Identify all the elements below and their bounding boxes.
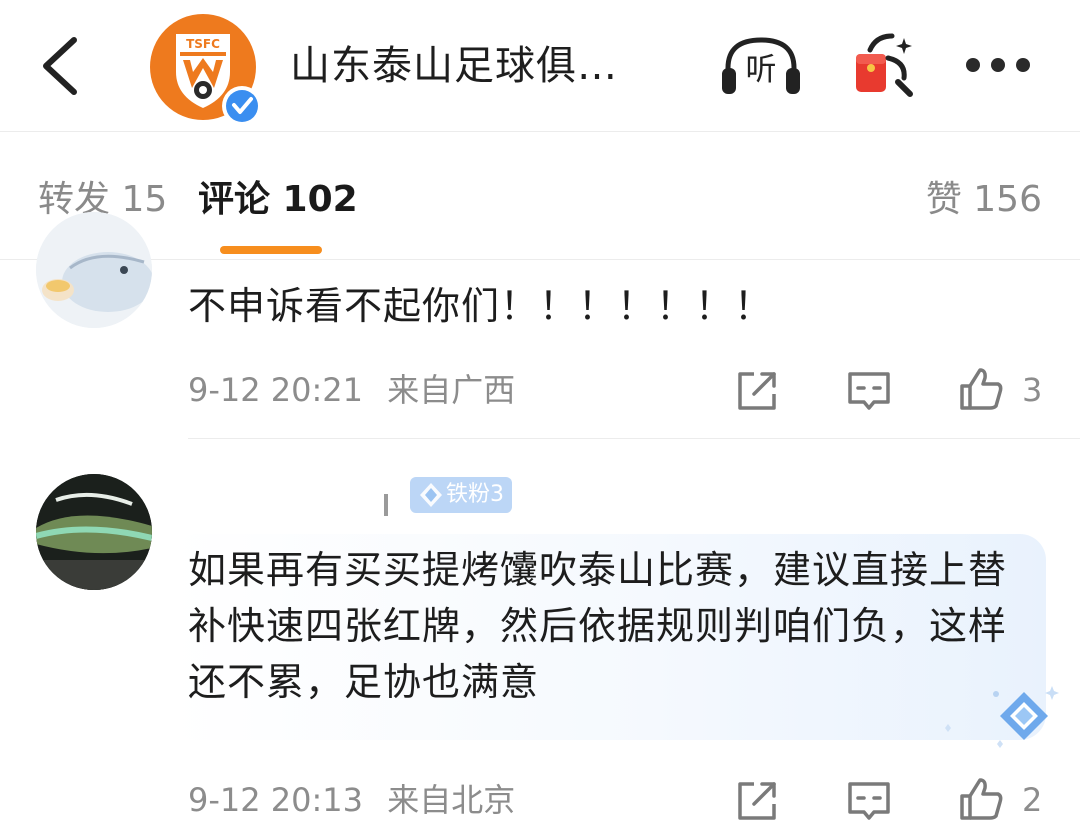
comment-meta: 9-12 20:13 来自北京 [188, 780, 515, 820]
comment-time: 9-12 20:21 [188, 371, 364, 409]
commenter-avatar[interactable] [36, 474, 152, 590]
shark-avatar-image [36, 212, 152, 328]
account-avatar[interactable]: TSFC [150, 14, 262, 126]
thumbs-up-icon [960, 778, 1003, 820]
comment-divider [188, 438, 1080, 439]
listen-label: 听 [745, 52, 777, 88]
commenter-avatar[interactable] [36, 212, 152, 328]
back-arrow-icon [43, 37, 77, 95]
sneaker-avatar-image [36, 474, 152, 590]
reply-comment-button[interactable] [844, 366, 894, 416]
repost-icon [738, 782, 776, 820]
comment-meta: 9-12 20:21 来自广西 [188, 370, 515, 410]
club-logo-text: TSFC [186, 37, 220, 51]
more-dots-icon [966, 58, 980, 72]
detail-tabs: 转发 15 评论 102 赞 156 [0, 132, 1080, 260]
account-name[interactable]: 山东泰山足球俱… [290, 40, 670, 92]
thumbs-up-icon [960, 368, 1003, 410]
verified-badge [222, 86, 262, 126]
bubble-diamond-decoration-icon [945, 686, 1059, 748]
tab-likes[interactable]: 赞 156 [926, 178, 1042, 222]
comment-time: 9-12 20:13 [188, 781, 364, 819]
comment-icon [848, 782, 890, 820]
like-count: 2 [1022, 781, 1043, 819]
repost-comment-button[interactable] [732, 366, 782, 416]
diamond-icon [420, 483, 442, 507]
comment-icon [848, 372, 890, 410]
reply-comment-button[interactable] [844, 776, 894, 826]
red-packet-search-icon [856, 33, 913, 97]
more-button[interactable] [962, 52, 1034, 80]
listen-button[interactable]: 听 [718, 34, 804, 98]
fan-badge-label: 铁粉3 [446, 482, 504, 507]
comment-text: 如果再有买买提烤馕吹泰山比赛，建议直接上替补快速四张红牌，然后依据规则判咱们负，… [188, 548, 1008, 704]
repost-comment-button[interactable] [732, 776, 782, 826]
username-redacted [384, 494, 388, 516]
more-dots-icon [1016, 58, 1030, 72]
repost-icon [738, 372, 776, 410]
like-count: 3 [1022, 371, 1043, 409]
active-tab-indicator [220, 246, 322, 254]
like-comment-button[interactable] [956, 364, 1006, 414]
comment-text: 不申诉看不起你们！！！！！！！ [188, 284, 774, 328]
like-comment-button[interactable] [956, 774, 1006, 824]
verified-check-icon [226, 90, 258, 122]
back-button[interactable] [36, 34, 86, 98]
top-navigation-bar: TSFC 山东泰山足球俱… 听 [0, 0, 1080, 132]
more-dots-icon [991, 58, 1005, 72]
comment-location: 来自广西 [387, 371, 516, 409]
red-packet-search-button[interactable] [848, 28, 920, 100]
tab-comments[interactable]: 评论 102 [198, 178, 358, 222]
comment-location: 来自北京 [387, 781, 516, 819]
fan-level-badge[interactable]: 铁粉3 [410, 477, 512, 513]
